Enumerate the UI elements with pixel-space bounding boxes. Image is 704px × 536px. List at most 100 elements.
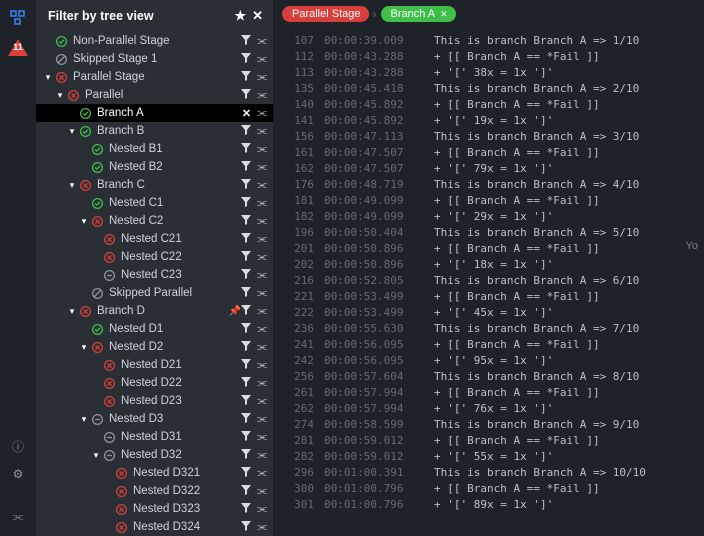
link-icon[interactable]: ⫘: [257, 521, 267, 534]
link-icon[interactable]: ⫘: [257, 467, 267, 480]
link-icon[interactable]: ⫘: [257, 287, 267, 300]
link-icon[interactable]: ⫘: [257, 485, 267, 498]
tree-row[interactable]: ▾Nested C23⫘: [36, 266, 273, 284]
tree-row[interactable]: ▾Parallel⫘: [36, 86, 273, 104]
tree-row[interactable]: ▾Nested D23⫘: [36, 392, 273, 410]
chevron-icon[interactable]: ▾: [90, 450, 102, 461]
rail-app-icon[interactable]: [8, 8, 28, 28]
tree-row[interactable]: ▾Nested C2⫘: [36, 212, 273, 230]
link-icon[interactable]: ⫘: [257, 305, 267, 318]
tree-row[interactable]: ▾Nested D1⫘: [36, 320, 273, 338]
tree-view[interactable]: ▾Non-Parallel Stage⫘▾Skipped Stage 1⫘▾Pa…: [36, 32, 273, 536]
chevron-icon[interactable]: ▾: [66, 306, 78, 317]
chevron-icon[interactable]: ▾: [66, 126, 78, 137]
tree-row[interactable]: ▾Nested B1⫘: [36, 140, 273, 158]
link-icon[interactable]: ⫘: [257, 35, 267, 48]
chevron-icon[interactable]: ▾: [78, 216, 90, 227]
filter-icon[interactable]: [241, 233, 251, 246]
chevron-icon[interactable]: ▾: [54, 90, 66, 101]
close-panel-icon[interactable]: ✕: [252, 8, 263, 24]
filter-icon[interactable]: [241, 161, 251, 174]
tree-row[interactable]: ▾Branch D📌⫘: [36, 302, 273, 320]
filter-icon[interactable]: [241, 467, 251, 480]
link-icon[interactable]: ⫘: [257, 323, 267, 336]
filter-icon[interactable]: [241, 449, 251, 462]
link-icon[interactable]: ⫘: [257, 341, 267, 354]
tree-row[interactable]: ▾Nested B2⫘: [36, 158, 273, 176]
filter-icon[interactable]: [241, 251, 251, 264]
tree-row[interactable]: ▾Nested C21⫘: [36, 230, 273, 248]
link-icon[interactable]: ⫘: [257, 251, 267, 264]
link-icon[interactable]: ⫘: [257, 197, 267, 210]
link-icon[interactable]: ⫘: [257, 269, 267, 282]
filter-icon[interactable]: [241, 359, 251, 372]
link-icon[interactable]: ⫘: [257, 89, 267, 102]
link-icon[interactable]: ⫘: [257, 377, 267, 390]
filter-icon[interactable]: [241, 413, 251, 426]
filter-icon[interactable]: [241, 323, 251, 336]
chevron-icon[interactable]: ▾: [78, 414, 90, 425]
filter-icon[interactable]: [241, 35, 251, 48]
tree-row[interactable]: ▾Nested D323⫘: [36, 500, 273, 518]
tree-row[interactable]: ▾Branch B⫘: [36, 122, 273, 140]
filter-icon[interactable]: [241, 53, 251, 66]
link-icon[interactable]: ⫘: [257, 161, 267, 174]
filter-icon[interactable]: [241, 503, 251, 516]
filter-icon[interactable]: [241, 287, 251, 300]
link-icon[interactable]: ⫘: [257, 53, 267, 66]
close-icon[interactable]: ✕: [440, 9, 448, 20]
tree-row[interactable]: ▾Branch C⫘: [36, 176, 273, 194]
tab[interactable]: Branch A✕: [381, 6, 456, 22]
filter-icon[interactable]: [241, 395, 251, 408]
link-icon[interactable]: ⫘: [257, 233, 267, 246]
filter-icon[interactable]: [241, 197, 251, 210]
tree-row[interactable]: ▾Nested D2⫘: [36, 338, 273, 356]
link-icon[interactable]: ⫘: [257, 125, 267, 138]
chevron-icon[interactable]: ▾: [78, 342, 90, 353]
link-icon[interactable]: ⫘: [257, 71, 267, 84]
tree-row[interactable]: ▾Nested D32⫘: [36, 446, 273, 464]
rail-error-badge[interactable]: 11: [7, 36, 29, 58]
link-icon[interactable]: ⫘: [257, 359, 267, 372]
filter-icon[interactable]: [241, 269, 251, 282]
log-output[interactable]: 10700:00:39.009This is branch Branch A =…: [274, 28, 704, 536]
filter-icon[interactable]: [241, 485, 251, 498]
chevron-icon[interactable]: ▾: [42, 72, 54, 83]
filter-icon[interactable]: [241, 377, 251, 390]
link-icon[interactable]: ⫘: [257, 503, 267, 516]
tree-row[interactable]: ▾Nested D322⫘: [36, 482, 273, 500]
filter-icon[interactable]: [241, 431, 251, 444]
tree-row[interactable]: ▾Non-Parallel Stage⫘: [36, 32, 273, 50]
tree-row[interactable]: ▾Nested D324⫘: [36, 518, 273, 536]
gear-icon[interactable]: ⚙: [8, 464, 28, 484]
filter-icon[interactable]: [241, 521, 251, 534]
tree-row[interactable]: ▾Skipped Parallel⫘: [36, 284, 273, 302]
link-icon[interactable]: ⫘: [257, 179, 267, 192]
tree-row[interactable]: ▾Nested D3⫘: [36, 410, 273, 428]
tree-row[interactable]: ▾Nested C1⫘: [36, 194, 273, 212]
link-icon[interactable]: ⫘: [257, 395, 267, 408]
filter-icon[interactable]: [241, 71, 251, 84]
chain-icon[interactable]: ⫘: [8, 506, 28, 526]
close-icon[interactable]: ✕: [242, 107, 251, 120]
tab[interactable]: Parallel Stage: [282, 6, 369, 22]
tree-row[interactable]: ▾Nested D321⫘: [36, 464, 273, 482]
tree-row[interactable]: ▾Parallel Stage⫘: [36, 68, 273, 86]
star-icon[interactable]: ★: [234, 8, 246, 24]
filter-icon[interactable]: [241, 89, 251, 102]
chevron-icon[interactable]: ▾: [66, 180, 78, 191]
filter-icon[interactable]: [241, 305, 251, 318]
info-icon[interactable]: ⓘ: [8, 436, 28, 456]
filter-icon[interactable]: [241, 341, 251, 354]
link-icon[interactable]: ⫘: [257, 449, 267, 462]
link-icon[interactable]: ⫘: [257, 413, 267, 426]
link-icon[interactable]: ⫘: [257, 431, 267, 444]
tree-row[interactable]: ▾Nested D21⫘: [36, 356, 273, 374]
tree-row[interactable]: ▾Branch A✕⫘: [36, 104, 273, 122]
link-icon[interactable]: ⫘: [257, 107, 267, 120]
filter-icon[interactable]: [241, 215, 251, 228]
link-icon[interactable]: ⫘: [257, 215, 267, 228]
link-icon[interactable]: ⫘: [257, 143, 267, 156]
tree-row[interactable]: ▾Nested D22⫘: [36, 374, 273, 392]
tree-row[interactable]: ▾Nested C22⫘: [36, 248, 273, 266]
